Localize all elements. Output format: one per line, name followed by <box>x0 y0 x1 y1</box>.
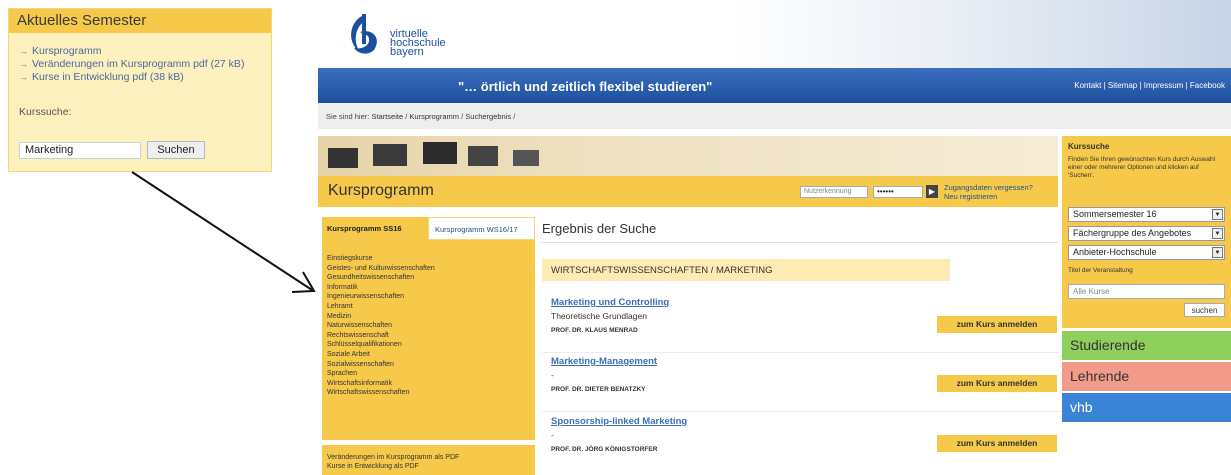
result-item: Sponsorship-linked Marketing - PROF. DR.… <box>542 416 1060 472</box>
nav-item[interactable]: Schlüsselqualifikationen <box>327 340 530 350</box>
nav-item[interactable]: Lehramt <box>327 302 530 312</box>
vhb-logo-icon[interactable] <box>342 12 388 58</box>
pdf-links: Veränderungen im Kursprogramm als PDF Ku… <box>322 445 535 475</box>
course-title-link[interactable]: Marketing und Controlling <box>551 297 669 308</box>
nav-item[interactable]: Naturwissenschaften <box>327 321 530 331</box>
course-title-link[interactable]: Marketing-Management <box>551 356 657 367</box>
chevron-down-icon: ▼ <box>1212 247 1223 258</box>
course-title-label: Titel der Veranstaltung <box>1068 267 1133 274</box>
enroll-button[interactable]: zum Kurs anmelden <box>937 316 1057 333</box>
nav-item[interactable]: Sozialwissenschaften <box>327 360 530 370</box>
nav-item[interactable]: Rechtswissenschaft <box>327 331 530 341</box>
breadcrumb-result[interactable]: Suchergebnis <box>465 112 511 121</box>
header-logo-bar <box>318 0 1231 68</box>
course-professor: PROF. DR. JÖRG KÖNIGSTORFER <box>551 446 658 453</box>
enroll-button[interactable]: zum Kurs anmelden <box>937 375 1057 392</box>
course-professor: PROF. DR. KLAUS MENRAD <box>551 327 638 334</box>
logo-text-line: bayern <box>390 46 424 58</box>
course-subtitle: Theoretische Grundlagen <box>551 311 647 321</box>
register-link[interactable]: Neu registrieren <box>944 192 1033 201</box>
subject-group-select[interactable]: Fächergruppe des Angebotes ▼ <box>1068 226 1225 241</box>
chevron-down-icon: ▼ <box>1212 209 1223 220</box>
course-professor: PROF. DR. DIETER BENATZKY <box>551 386 646 393</box>
breadcrumb-kursprogramm[interactable]: Kursprogramm <box>409 112 459 121</box>
nav-item[interactable]: Einstiegskurse <box>327 254 530 264</box>
nav-item[interactable]: Medizin <box>327 312 530 322</box>
result-item: Marketing und Controlling Theoretische G… <box>542 297 1060 353</box>
nav-item[interactable]: Wirtschaftswissenschaften <box>327 388 530 398</box>
vhb-box[interactable]: vhb <box>1062 393 1231 422</box>
nav-item[interactable]: Ingenieurwissenschaften <box>327 292 530 302</box>
university-select[interactable]: Anbieter-Hochschule ▼ <box>1068 245 1225 260</box>
semester-select[interactable]: Sommersemester 16 ▼ <box>1068 207 1225 222</box>
tab-ss16[interactable]: Kursprogramm SS16 <box>322 217 428 240</box>
breadcrumb-prefix: Sie sind hier: <box>326 112 370 121</box>
forgot-credentials-link[interactable]: Zugangsdaten vergessen? <box>944 183 1033 192</box>
course-subtitle: - <box>551 430 554 440</box>
results-title: Ergebnis der Suche <box>542 221 657 236</box>
sidebar-description: Finden Sie Ihren gewünschten Kurs durch … <box>1068 156 1216 179</box>
login-links: Zugangsdaten vergessen? Neu registrieren <box>944 183 1033 201</box>
username-field[interactable]: Nutzerkennung <box>800 186 868 198</box>
nav-item[interactable]: Soziale Arbeit <box>327 350 530 360</box>
tab-ws1617[interactable]: Kursprogramm WS16/17 <box>428 217 535 240</box>
breadcrumb: Sie sind hier: Startseite / Kursprogramm… <box>318 103 1231 129</box>
password-field[interactable]: •••••• <box>873 186 923 198</box>
development-pdf-link[interactable]: Kurse in Entwicklung als PDF <box>327 462 530 471</box>
changes-pdf-link[interactable]: Veränderungen im Kursprogramm als PDF <box>327 453 530 462</box>
category-header: WIRTSCHAFTSWISSENSCHAFTEN / MARKETING <box>542 259 950 281</box>
students-box[interactable]: Studierende <box>1062 331 1231 360</box>
website-screenshot: virtuelle hochschule bayern "… örtlich u… <box>318 0 1231 475</box>
slogan: "… örtlich und zeitlich flexibel studier… <box>458 79 713 94</box>
nav-item[interactable]: Wirtschaftsinformatik <box>327 379 530 389</box>
select-value: Sommersemester 16 <box>1073 209 1157 219</box>
category-nav: Einstiegskurse Geistes- und Kulturwissen… <box>322 240 535 440</box>
nav-item[interactable]: Geistes- und Kulturwissenschaften <box>327 264 530 274</box>
nav-item[interactable]: Sprachen <box>327 369 530 379</box>
nav-item[interactable]: Gesundheitswissenschaften <box>327 273 530 283</box>
enroll-button[interactable]: zum Kurs anmelden <box>937 435 1057 452</box>
course-subtitle: - <box>551 370 554 380</box>
sidebar-search-button[interactable]: suchen <box>1184 303 1225 317</box>
course-title-input[interactable]: Alle Kurse <box>1068 284 1225 299</box>
breadcrumb-home[interactable]: Startseite <box>371 112 403 121</box>
top-links[interactable]: Kontakt | Sitemap | Impressum | Facebook <box>1074 81 1225 90</box>
teachers-box[interactable]: Lehrende <box>1062 362 1231 391</box>
section-title: Kursprogramm <box>328 182 434 199</box>
classroom-banner-image <box>318 136 1058 176</box>
select-value: Anbieter-Hochschule <box>1073 247 1157 257</box>
select-value: Fächergruppe des Angebotes <box>1073 228 1192 238</box>
sidebar-title: Kurssuche <box>1068 142 1110 151</box>
pointer-arrow <box>131 171 316 293</box>
logo-text: virtuelle hochschule bayern <box>390 29 446 58</box>
monitors-illustration <box>328 142 539 168</box>
nav-item[interactable]: Informatik <box>327 283 530 293</box>
result-item: Marketing-Management - PROF. DR. DIETER … <box>542 356 1060 412</box>
divider <box>540 242 1058 243</box>
chevron-down-icon: ▼ <box>1212 228 1223 239</box>
course-title-link[interactable]: Sponsorship-linked Marketing <box>551 416 687 427</box>
login-go-button[interactable]: ▶ <box>926 185 938 198</box>
